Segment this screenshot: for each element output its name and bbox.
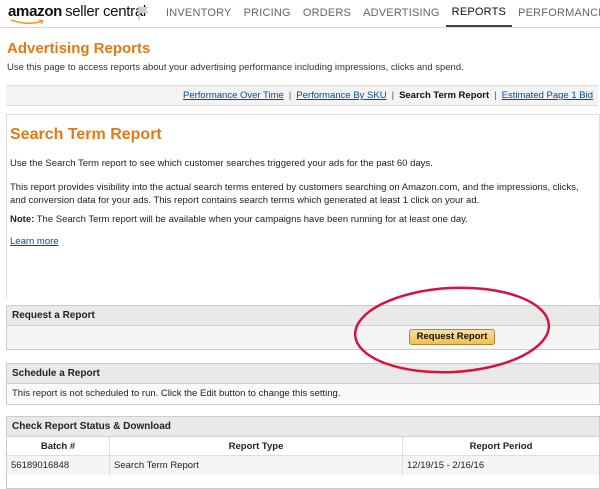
flag-icon[interactable] xyxy=(137,5,151,21)
learn-more-link[interactable]: Learn more xyxy=(10,236,59,247)
schedule-report-panel: Schedule a Report This report is not sch… xyxy=(6,363,600,405)
report-status-heading: Check Report Status & Download xyxy=(7,417,599,437)
column-batch: Batch # xyxy=(7,437,110,456)
report-note: Note: The Search Term report will be ava… xyxy=(10,214,595,227)
report-title: Search Term Report xyxy=(10,126,162,143)
subnav-separator: | xyxy=(494,90,497,101)
logo-brand: amazon xyxy=(8,3,63,20)
nav-performance[interactable]: PERFORMANCE xyxy=(512,0,600,27)
nav-reports[interactable]: REPORTS xyxy=(445,0,513,27)
request-report-heading: Request a Report xyxy=(7,306,599,326)
report-description-box: Search Term Report Use the Search Term r… xyxy=(6,114,600,299)
request-report-button[interactable]: Request Report xyxy=(409,329,495,345)
nav-orders[interactable]: ORDERS xyxy=(297,0,357,27)
logo-rest: seller central xyxy=(65,3,146,20)
report-details: This report provides visibility into the… xyxy=(10,182,579,206)
top-bar: amazon seller central INVENTORY PRICING O… xyxy=(0,0,600,28)
subnav-performance-over-time[interactable]: Performance Over Time xyxy=(183,90,284,101)
subnav-separator: | xyxy=(391,90,395,101)
batch-number: 56189016848 xyxy=(7,455,110,475)
note-text: The Search Term report will be available… xyxy=(34,214,468,225)
subnav-separator: | xyxy=(288,90,292,101)
nav-advertising[interactable]: ADVERTISING xyxy=(357,0,446,27)
seller-central-logo[interactable]: amazon seller central xyxy=(8,3,146,20)
report-intro: Use the Search Term report to see which … xyxy=(10,158,433,169)
subnav-estimated-page-1-bid[interactable]: Estimated Page 1 Bid xyxy=(502,90,593,101)
schedule-report-text: This report is not scheduled to run. Cli… xyxy=(7,384,599,404)
subnav-performance-by-sku[interactable]: Performance By SKU xyxy=(296,90,386,101)
column-report-type: Report Type xyxy=(109,437,403,456)
report-subnav: Performance Over Time | Performance By SKU… xyxy=(6,85,598,106)
nav-inventory[interactable]: INVENTORY xyxy=(160,0,238,27)
nav-pricing[interactable]: PRICING xyxy=(238,0,297,27)
note-label: Note: xyxy=(10,214,35,225)
column-report-period: Report Period xyxy=(402,437,599,456)
report-type: Search Term Report xyxy=(109,455,403,475)
page-title: Advertising Reports xyxy=(7,40,151,57)
table-header-row: Batch # Report Type Report Period xyxy=(7,437,599,456)
table-row[interactable]: 56189016848 Search Term Report 12/19/15 … xyxy=(7,455,599,475)
request-report-panel: Request a Report Request Report xyxy=(6,305,600,350)
report-status-panel: Check Report Status & Download Batch # R… xyxy=(6,416,600,489)
request-report-body: Request Report xyxy=(7,326,599,349)
main-nav: INVENTORY PRICING ORDERS ADVERTISING REP… xyxy=(160,0,600,27)
amazon-smile-icon xyxy=(10,19,44,25)
report-status-table: Batch # Report Type Report Period 561890… xyxy=(7,437,599,475)
page-description: Use this page to access reports about yo… xyxy=(7,62,464,73)
subnav-search-term-report: Search Term Report xyxy=(399,90,490,101)
schedule-report-heading: Schedule a Report xyxy=(7,364,599,384)
report-period: 12/19/15 - 2/16/16 xyxy=(402,455,599,475)
